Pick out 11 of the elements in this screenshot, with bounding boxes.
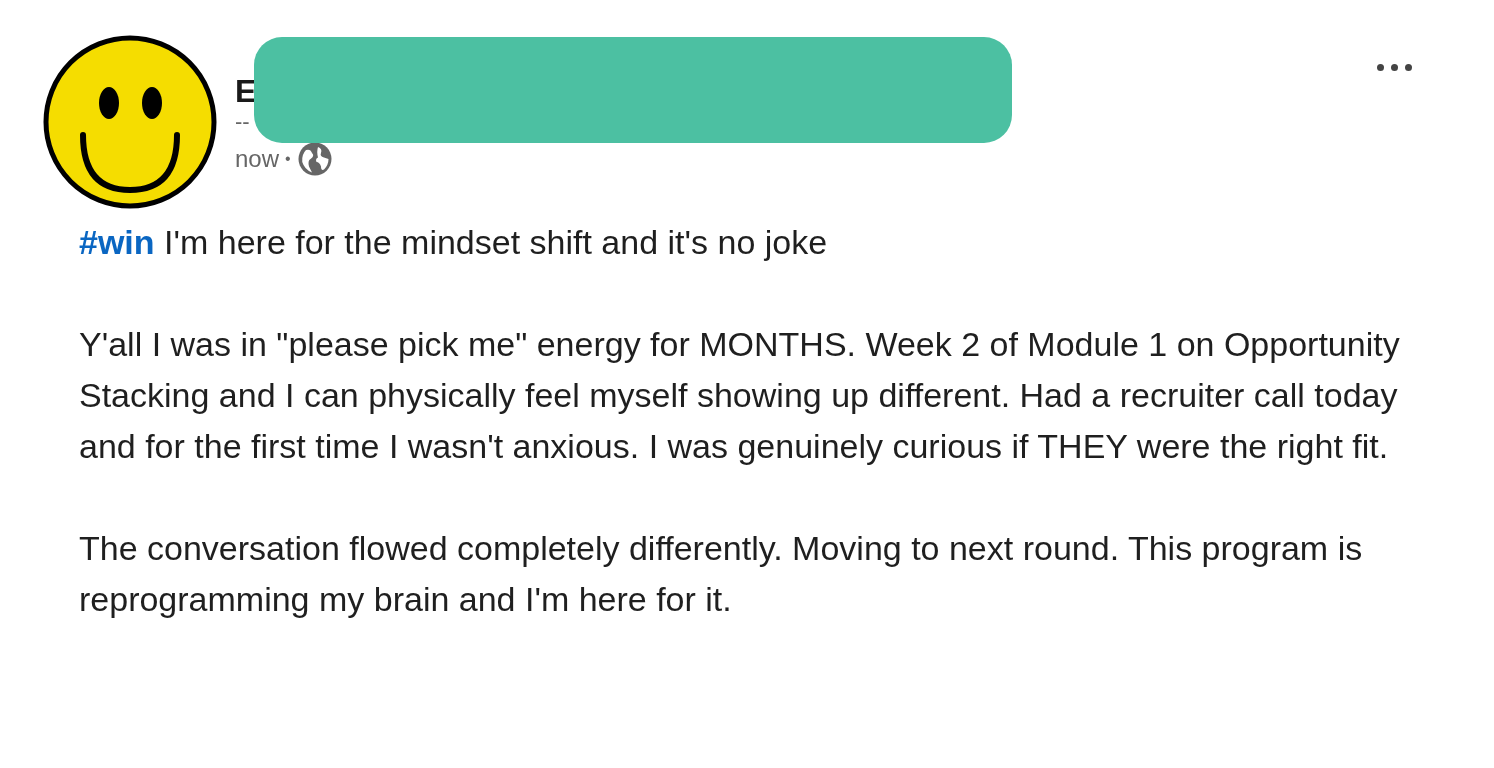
globe-icon [296,141,333,177]
separator-dot: • [285,149,291,169]
hashtag-link[interactable]: #win [79,223,155,261]
post-paragraph: The conversation flowed completely differently. Moving to next round. This program is reprogramming my brain and I'm here for it. [79,528,1364,620]
post-text: I'm here for the mindset shift and it's no joke [164,223,828,261]
more-options-icon[interactable] [1375,62,1414,73]
author-headline: -- [235,109,250,135]
post-timestamp: now [235,144,280,174]
post-paragraph: Y'all I was in "please pick me" energy for MONTHS. Week 2 of Module 1 on Opportunity Stacking and I can physically feel myself showing up different. Had a recruiter call today and for the first time I wasn't anxious. I was genuinely curious if THEY were the right fit. [79,324,1401,467]
author-name[interactable]: E [235,73,257,109]
smiley-face-icon [43,35,217,209]
